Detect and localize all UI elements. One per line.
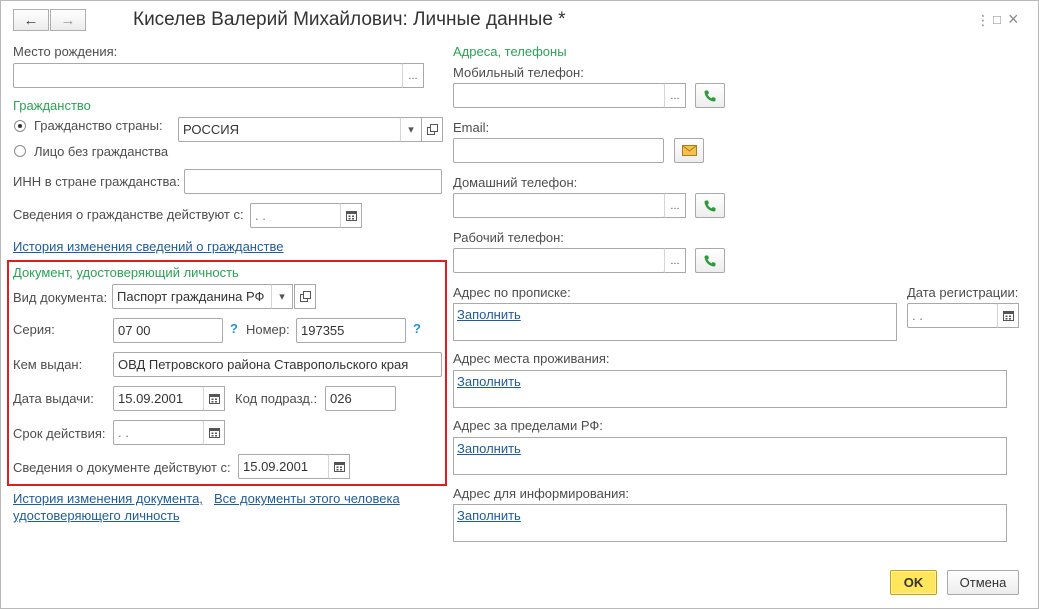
number-label: Номер: <box>246 322 290 337</box>
country-radio-label: Гражданство страны: <box>34 118 163 133</box>
doc-type-input[interactable]: Паспорт гражданина РФ <box>112 284 272 309</box>
residence-label: Адрес места проживания: <box>453 351 610 366</box>
calendar-icon <box>345 211 357 221</box>
birthplace-select-button[interactable]: ... <box>402 63 424 88</box>
work-phone-label: Рабочий телефон: <box>453 230 564 245</box>
residence-field[interactable]: Заполнить <box>453 370 1007 408</box>
reg-address-field[interactable]: Заполнить <box>453 303 897 341</box>
open-window-icon <box>299 291 311 302</box>
work-phone-input[interactable] <box>453 248 665 273</box>
phone-icon <box>704 255 716 266</box>
stateless-radio[interactable] <box>14 145 26 157</box>
cancel-button[interactable]: Отмена <box>947 570 1019 595</box>
doc-type-label: Вид документа: <box>13 290 108 305</box>
citizenship-history-link[interactable]: История изменения сведений о гражданстве <box>13 239 283 254</box>
arrow-left-icon: ← <box>23 11 39 29</box>
home-phone-input[interactable] <box>453 193 665 218</box>
home-phone-select-button[interactable]: ... <box>664 193 686 218</box>
close-icon[interactable]: × <box>1008 9 1019 30</box>
inn-input[interactable] <box>184 169 442 194</box>
issue-date-label: Дата выдачи: <box>13 391 94 406</box>
back-button[interactable]: ← <box>13 9 49 31</box>
reg-address-fill-link[interactable]: Заполнить <box>457 307 521 322</box>
issue-date-input[interactable]: 15.09.2001 <box>113 386 204 411</box>
envelope-icon <box>681 145 697 156</box>
validity-input[interactable]: . . <box>113 420 204 445</box>
all-docs-link[interactable]: Все документы этого человека <box>214 491 400 506</box>
abroad-address-field[interactable]: Заполнить <box>453 437 1007 475</box>
calendar-icon <box>333 462 345 472</box>
birthplace-input[interactable] <box>13 63 403 88</box>
ok-button[interactable]: OK <box>890 570 937 595</box>
doc-since-input[interactable]: 15.09.2001 <box>238 454 329 479</box>
dept-code-label: Код подразд.: <box>235 391 318 406</box>
home-phone-call-button[interactable] <box>695 193 725 218</box>
birthplace-label: Место рождения: <box>13 44 118 59</box>
phone-icon <box>704 90 716 101</box>
dept-code-input[interactable]: 026 <box>325 386 396 411</box>
doc-history-link-line2[interactable]: удостоверяющего личность <box>13 508 180 523</box>
work-phone-call-button[interactable] <box>695 248 725 273</box>
doc-type-dropdown-button[interactable]: ▾ <box>271 284 293 309</box>
reg-date-input[interactable]: . . <box>907 303 998 328</box>
email-label: Email: <box>453 120 490 135</box>
calendar-icon <box>208 394 220 404</box>
citizenship-since-calendar-button[interactable] <box>340 203 362 228</box>
doc-since-label: Сведения о документе действуют с: <box>13 460 231 475</box>
reg-date-calendar-button[interactable] <box>997 303 1019 328</box>
info-address-fill-link[interactable]: Заполнить <box>457 508 521 523</box>
work-phone-select-button[interactable]: ... <box>664 248 686 273</box>
citizenship-group-title: Гражданство <box>13 98 91 113</box>
reg-date-label: Дата регистрации: <box>907 285 1019 300</box>
citizenship-since-input[interactable]: . . <box>250 203 341 228</box>
country-dropdown-button[interactable]: ▾ <box>400 117 422 142</box>
open-window-icon <box>426 124 438 135</box>
email-input[interactable] <box>453 138 664 163</box>
stateless-radio-label: Лицо без гражданства <box>34 144 169 159</box>
info-address-field[interactable]: Заполнить <box>453 504 1007 542</box>
doc-history-link[interactable]: История изменения документа, <box>13 491 203 506</box>
abroad-address-fill-link[interactable]: Заполнить <box>457 441 521 456</box>
email-send-button[interactable] <box>674 138 704 163</box>
arrow-right-icon: → <box>60 11 76 29</box>
issued-by-input[interactable]: ОВД Петровского района Ставропольского к… <box>113 352 442 377</box>
issued-by-label: Кем выдан: <box>13 357 83 372</box>
window-title: Киселев Валерий Михайлович: Личные данны… <box>133 9 566 30</box>
country-open-button[interactable] <box>421 117 443 142</box>
maximize-icon[interactable]: □ <box>993 12 1001 27</box>
forward-button[interactable]: → <box>50 9 86 31</box>
issue-date-calendar-button[interactable] <box>203 386 225 411</box>
mobile-call-button[interactable] <box>695 83 725 108</box>
phone-icon <box>704 200 716 211</box>
identity-document-group-title: Документ, удостоверяющий личность <box>13 265 239 280</box>
citizenship-since-label: Сведения о гражданстве действуют с: <box>13 207 244 222</box>
doc-since-calendar-button[interactable] <box>328 454 350 479</box>
more-menu-icon[interactable]: ⋮ <box>976 12 990 29</box>
calendar-icon <box>1002 311 1014 321</box>
validity-calendar-button[interactable] <box>203 420 225 445</box>
residence-fill-link[interactable]: Заполнить <box>457 374 521 389</box>
series-help-icon[interactable]: ? <box>230 321 238 336</box>
home-phone-label: Домашний телефон: <box>453 175 578 190</box>
series-input[interactable]: 07 00 <box>113 318 223 343</box>
mobile-label: Мобильный телефон: <box>453 65 584 80</box>
reg-address-label: Адрес по прописке: <box>453 285 571 300</box>
contacts-group-title: Адреса, телефоны <box>453 44 567 59</box>
mobile-select-button[interactable]: ... <box>664 83 686 108</box>
country-input[interactable]: РОССИЯ <box>178 117 401 142</box>
inn-label: ИНН в стране гражданства: <box>13 174 181 189</box>
series-label: Серия: <box>13 322 55 337</box>
info-address-label: Адрес для информирования: <box>453 486 629 501</box>
doc-type-open-button[interactable] <box>294 284 316 309</box>
mobile-input[interactable] <box>453 83 665 108</box>
calendar-icon <box>208 428 220 438</box>
number-input[interactable]: 197355 <box>296 318 406 343</box>
validity-label: Срок действия: <box>13 426 106 441</box>
abroad-address-label: Адрес за пределами РФ: <box>453 418 603 433</box>
number-help-icon[interactable]: ? <box>413 321 421 336</box>
country-radio[interactable] <box>14 120 26 132</box>
